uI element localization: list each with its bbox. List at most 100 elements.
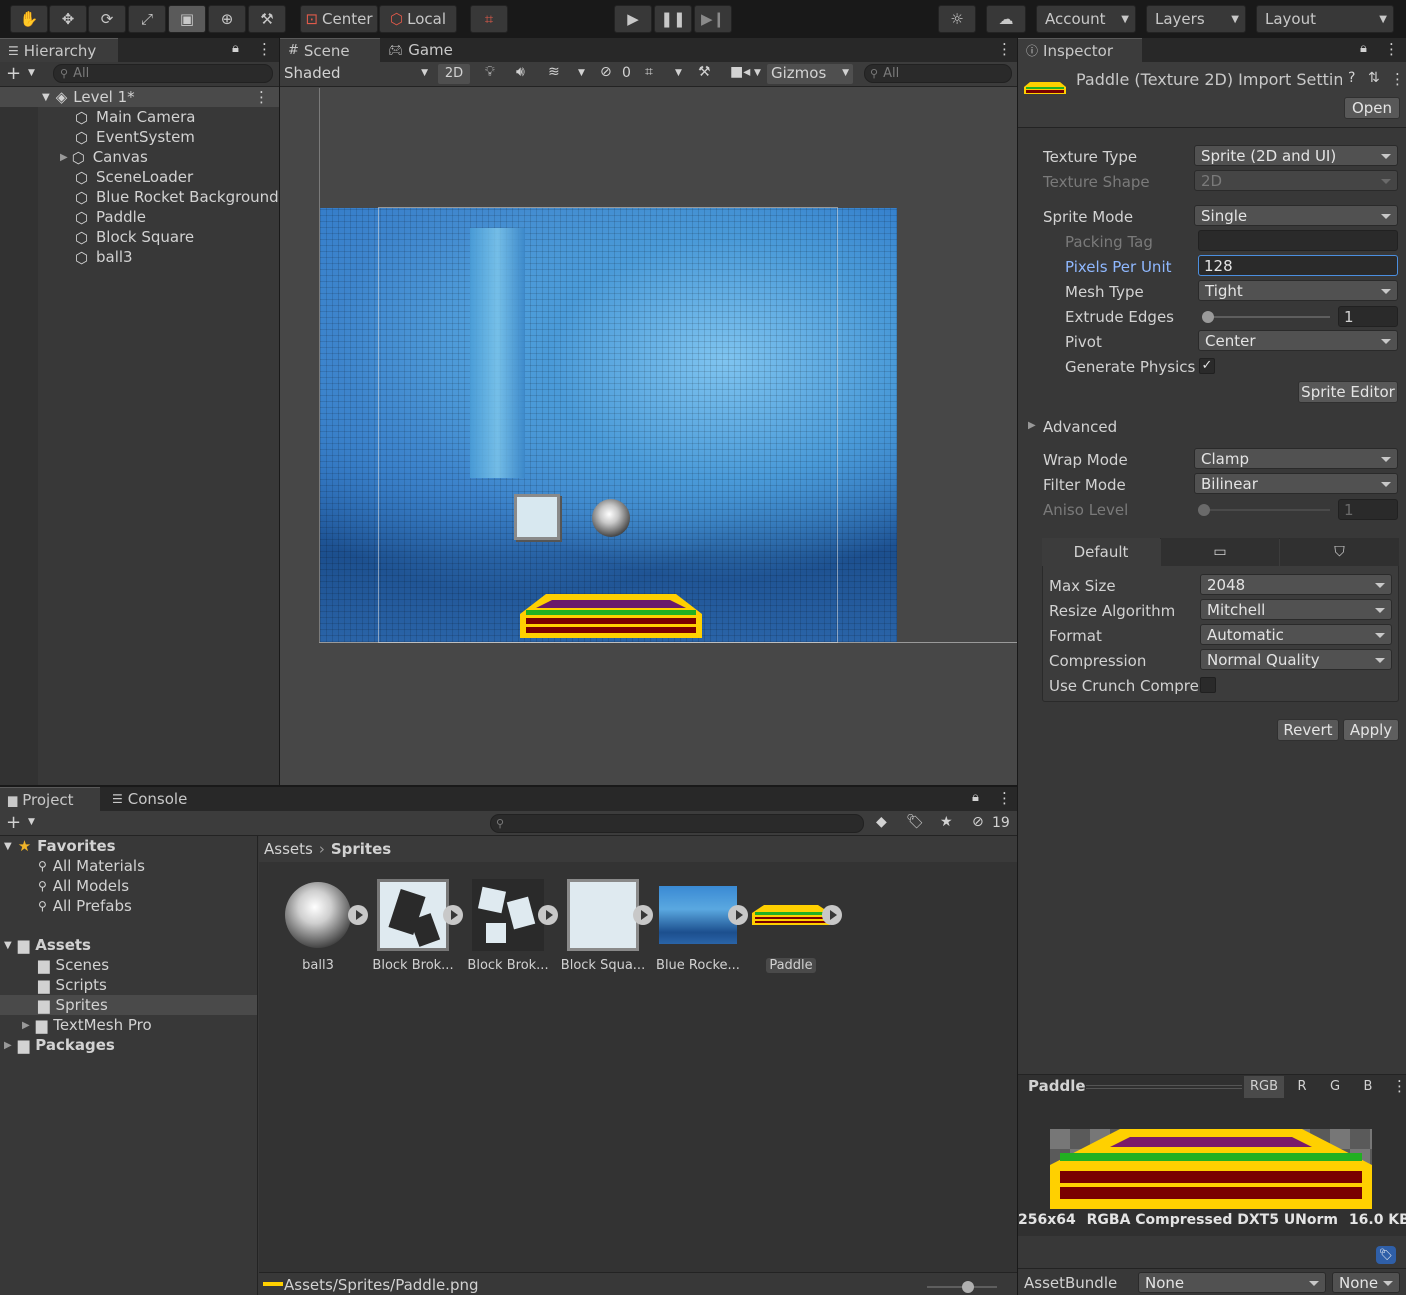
folder-sprites[interactable]: ▆ Sprites — [0, 995, 257, 1015]
tab-scene[interactable]: # Scene — [280, 38, 380, 62]
zoom-slider-knob[interactable] — [962, 1281, 974, 1293]
kebab-menu-icon[interactable]: ⋮ — [1390, 70, 1405, 88]
asset-paddle[interactable]: Paddle — [746, 878, 836, 973]
advanced-foldout-arrow-icon[interactable]: ▶ — [1028, 420, 1036, 431]
fav-item-all-prefabs[interactable]: ⚲ All Prefabs — [0, 896, 257, 916]
crunch-checkbox[interactable] — [1200, 677, 1216, 693]
format-dropdown[interactable]: Automatic — [1200, 624, 1392, 645]
filter-by-label-icon[interactable]: 🏷︎ — [906, 814, 924, 830]
hidden-objects-icon[interactable]: ⊘ — [600, 64, 612, 80]
tab-game[interactable]: 🎮︎ Game — [380, 38, 470, 62]
expand-sprite-icon[interactable] — [728, 905, 748, 925]
expand-arrow-icon[interactable]: ▶ — [22, 1020, 30, 1031]
sprite-mode-dropdown[interactable]: Single — [1194, 205, 1398, 226]
expand-sprite-icon[interactable] — [633, 905, 653, 925]
hidden-packages-icon[interactable]: ⊘ — [972, 814, 984, 830]
breadcrumb-assets[interactable]: Assets — [264, 840, 313, 858]
packing-tag-field[interactable] — [1198, 230, 1398, 251]
expand-arrow-icon[interactable]: ▶ — [4, 1040, 12, 1051]
shading-dropdown[interactable]: Shaded ▼ — [284, 64, 432, 84]
channel-r[interactable]: R — [1286, 1076, 1318, 1098]
transform-tool-icon[interactable]: ⊕ — [208, 5, 246, 33]
apply-button[interactable]: Apply — [1343, 719, 1399, 741]
hierarchy-item-sceneloader[interactable]: ⬡ SceneLoader — [0, 167, 279, 187]
favorites-row[interactable]: ▼ ★ Favorites — [0, 836, 257, 856]
pivot-dropdown[interactable]: Center — [1198, 330, 1398, 351]
expand-sprite-icon[interactable] — [443, 905, 463, 925]
play-button[interactable]: ▶ — [614, 5, 652, 33]
tab-inspector[interactable]: ⓘ Inspector — [1018, 38, 1142, 62]
add-icon[interactable]: + — [6, 63, 21, 84]
tab-project[interactable]: ▆ Project — [0, 787, 100, 811]
pivot-mode-button[interactable]: ⊡ Center — [300, 5, 378, 33]
breadcrumb-sprites[interactable]: Sprites — [331, 840, 391, 858]
asset-block-broken-1[interactable]: Block Brok... — [368, 878, 458, 973]
packages-row[interactable]: ▶ ▆ Packages — [0, 1035, 257, 1055]
expand-sprite-icon[interactable] — [822, 905, 842, 925]
extrude-slider-knob[interactable] — [1202, 311, 1214, 323]
channel-b[interactable]: B — [1352, 1076, 1384, 1098]
scene-viewport[interactable] — [280, 88, 1017, 785]
pivot-space-button[interactable]: ⬡ Local — [379, 5, 457, 33]
assetbundle-dropdown[interactable]: None — [1138, 1272, 1326, 1293]
rotate-tool-icon[interactable]: ⟳ — [88, 5, 126, 33]
chevron-down-icon[interactable]: ▼ — [578, 68, 585, 78]
hierarchy-item-block-square[interactable]: ⬡ Block Square — [0, 227, 279, 247]
expand-sprite-icon[interactable] — [538, 905, 558, 925]
hierarchy-item-background[interactable]: ⬡ Blue Rocket Background — [0, 187, 279, 207]
chevron-down-icon[interactable]: ▼ — [28, 817, 35, 827]
revert-button[interactable]: Revert — [1277, 719, 1339, 741]
asset-block-broken-2[interactable]: Block Brok... — [463, 878, 553, 973]
platform-tab-standalone[interactable]: ▭ — [1161, 538, 1279, 566]
presets-icon[interactable]: ⇅ — [1368, 70, 1380, 86]
camera-icon[interactable]: ■◂ — [730, 64, 750, 80]
cloud-icon[interactable]: ☁ — [986, 5, 1026, 33]
asset-blue-rocket[interactable]: Blue Rocke... — [653, 878, 743, 973]
expand-arrow-icon[interactable]: ▼ — [4, 841, 12, 852]
hierarchy-item-eventsystem[interactable]: ⬡ EventSystem — [0, 127, 279, 147]
custom-tool-icon[interactable]: ⚒ — [248, 5, 286, 33]
max-size-dropdown[interactable]: 2048 — [1200, 574, 1392, 595]
expand-arrow-icon[interactable]: ▼ — [42, 92, 50, 103]
layers-dropdown[interactable]: Layers ▼ — [1146, 5, 1246, 33]
compression-dropdown[interactable]: Normal Quality — [1200, 649, 1392, 670]
scene-search-input[interactable]: ⚲ All — [864, 64, 1012, 83]
kebab-menu-icon[interactable]: ⋮ — [997, 789, 1012, 807]
generate-physics-checkbox[interactable]: ✓ — [1199, 358, 1215, 374]
hierarchy-search-input[interactable]: ⚲ All — [53, 64, 273, 83]
advanced-foldout[interactable]: Advanced — [1043, 418, 1117, 436]
audio-icon[interactable]: 🔊︎ — [516, 64, 525, 80]
kebab-menu-icon[interactable]: ⋮ — [1384, 40, 1399, 58]
channel-g[interactable]: G — [1319, 1076, 1351, 1098]
kebab-menu-icon[interactable]: ⋮ — [254, 88, 269, 106]
kebab-menu-icon[interactable]: ⋮ — [997, 40, 1012, 58]
assetbundle-variant-dropdown[interactable]: None — [1332, 1272, 1400, 1293]
pause-button[interactable]: ❚❚ — [654, 5, 692, 33]
asset-ball3[interactable]: ball3 — [273, 878, 363, 973]
scene-row[interactable]: ▼ ◈ Level 1* ⋮ — [0, 87, 279, 107]
label-tag-icon[interactable]: 🏷︎ — [1376, 1246, 1396, 1264]
gizmos-dropdown[interactable]: Gizmos ▼ — [767, 64, 853, 84]
effects-icon[interactable]: ≋ — [548, 64, 560, 80]
extrude-slider-track[interactable] — [1202, 316, 1330, 318]
hierarchy-item-ball3[interactable]: ⬡ ball3 — [0, 247, 279, 267]
folder-textmesh-pro[interactable]: ▶ ▆ TextMesh Pro — [0, 1015, 257, 1035]
step-button[interactable]: ▶❙ — [694, 5, 732, 33]
fav-item-all-models[interactable]: ⚲ All Models — [0, 876, 257, 896]
grid-toggle-icon[interactable]: ⌗ — [645, 64, 653, 80]
hand-tool-icon[interactable]: ✋ — [10, 5, 48, 33]
lock-icon[interactable]: 🔒︎ — [232, 41, 239, 56]
chevron-down-icon[interactable]: ▼ — [28, 68, 35, 78]
expand-arrow-icon[interactable]: ▶ — [60, 152, 68, 163]
add-icon[interactable]: + — [6, 812, 21, 833]
wrap-mode-dropdown[interactable]: Clamp — [1194, 448, 1398, 469]
help-icon[interactable]: ? — [1348, 70, 1355, 86]
lock-icon[interactable]: 🔒︎ — [972, 790, 979, 805]
lock-icon[interactable]: 🔒︎ — [1360, 41, 1367, 56]
services-icon[interactable]: ☼ — [938, 5, 976, 33]
hierarchy-item-main-camera[interactable]: ⬡ Main Camera — [0, 107, 279, 127]
hierarchy-item-canvas[interactable]: ▶ ⬡ Canvas — [0, 147, 279, 167]
sprite-editor-button[interactable]: Sprite Editor — [1298, 381, 1398, 403]
rect-tool-icon[interactable]: ▣ — [168, 5, 206, 33]
folder-scenes[interactable]: ▆ Scenes — [0, 955, 257, 975]
